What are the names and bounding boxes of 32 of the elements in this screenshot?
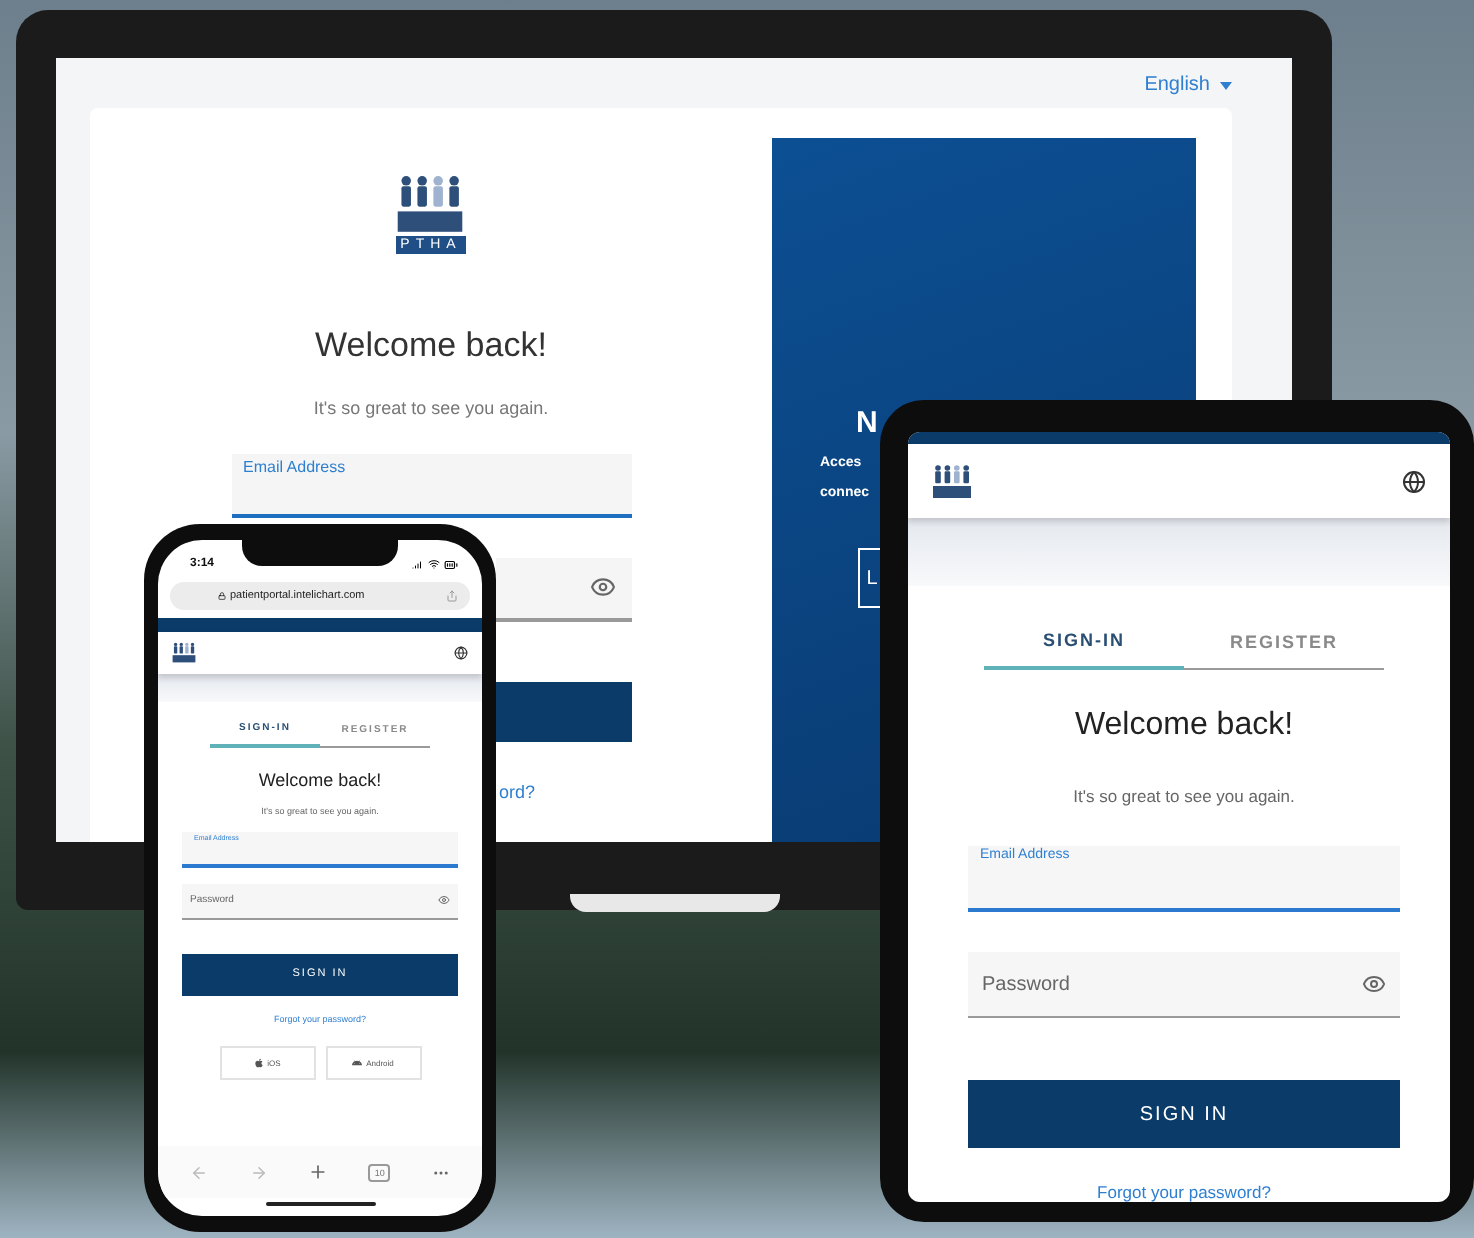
eye-icon[interactable] bbox=[438, 894, 450, 907]
tab[interactable]: SIGN-IN bbox=[984, 614, 1184, 670]
promo-title: N bbox=[856, 406, 880, 440]
logo-icon bbox=[932, 463, 973, 499]
wifi-icon bbox=[428, 557, 440, 569]
language-dropdown[interactable]: English bbox=[1144, 74, 1232, 96]
welcome-heading: Welcome back! bbox=[315, 325, 547, 366]
plus-icon[interactable] bbox=[307, 1162, 328, 1182]
forgot-password-link[interactable]: ord? bbox=[498, 781, 535, 802]
password-field[interactable] bbox=[495, 557, 631, 622]
eye-icon[interactable] bbox=[589, 574, 615, 601]
password-field[interactable]: Password bbox=[968, 952, 1400, 1018]
email-field[interactable]: Email Address bbox=[231, 453, 631, 518]
welcome-heading: Welcome back! bbox=[1072, 708, 1296, 744]
globe-icon[interactable] bbox=[454, 646, 468, 660]
welcome-subtitle: It's so great to see you again. bbox=[1071, 786, 1297, 806]
eye-icon[interactable] bbox=[1362, 972, 1386, 996]
signal-icon bbox=[412, 557, 424, 569]
android-icon bbox=[352, 1057, 363, 1068]
lock-icon bbox=[218, 592, 226, 600]
home-indicator bbox=[265, 1202, 375, 1206]
logo-icon bbox=[396, 174, 465, 236]
globe-icon[interactable] bbox=[1401, 469, 1426, 493]
forgot-password-link[interactable]: Forgot your password? bbox=[968, 1182, 1400, 1202]
share-icon[interactable] bbox=[446, 590, 458, 602]
welcome-subtitle: It's so great to see you again. bbox=[313, 397, 549, 418]
welcome-heading: Welcome back! bbox=[256, 769, 384, 790]
battery-icon bbox=[444, 557, 458, 571]
apple-icon bbox=[253, 1057, 264, 1068]
sign-in-button[interactable]: SIGN IN bbox=[968, 1080, 1400, 1148]
logo-icon bbox=[172, 642, 196, 664]
tab[interactable]: REGISTER bbox=[1184, 614, 1384, 670]
